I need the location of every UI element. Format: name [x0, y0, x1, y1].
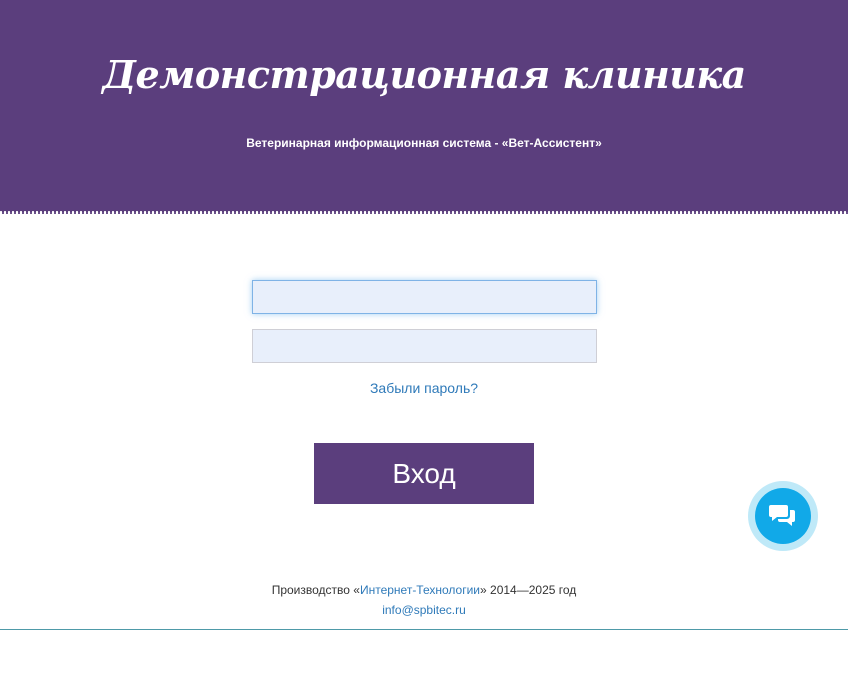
footer-company-link[interactable]: Интернет-Технологии	[360, 583, 480, 597]
chat-widget-button[interactable]	[748, 481, 818, 551]
footer-prefix: Производство «	[271, 583, 360, 597]
chat-widget-inner	[755, 488, 811, 544]
clinic-subtitle: Ветеринарная информационная система - «В…	[246, 136, 602, 150]
clinic-title: Демонстрационная клиника	[102, 52, 746, 97]
forgot-password-link[interactable]: Забыли пароль?	[0, 380, 848, 396]
header-banner	[0, 0, 848, 212]
login-button[interactable]: Вход	[314, 443, 534, 504]
footer-copyright: Производство «Интернет-Технологии» 2014—…	[0, 583, 848, 597]
footer-divider	[0, 629, 848, 630]
login-input[interactable]	[252, 280, 597, 314]
footer-suffix: » 2014—2025 год	[480, 583, 577, 597]
chat-bubbles-icon	[769, 505, 795, 526]
password-input[interactable]	[252, 329, 597, 363]
header-dotted-edge	[0, 211, 848, 214]
footer-email-link[interactable]: info@spbitec.ru	[0, 603, 848, 617]
